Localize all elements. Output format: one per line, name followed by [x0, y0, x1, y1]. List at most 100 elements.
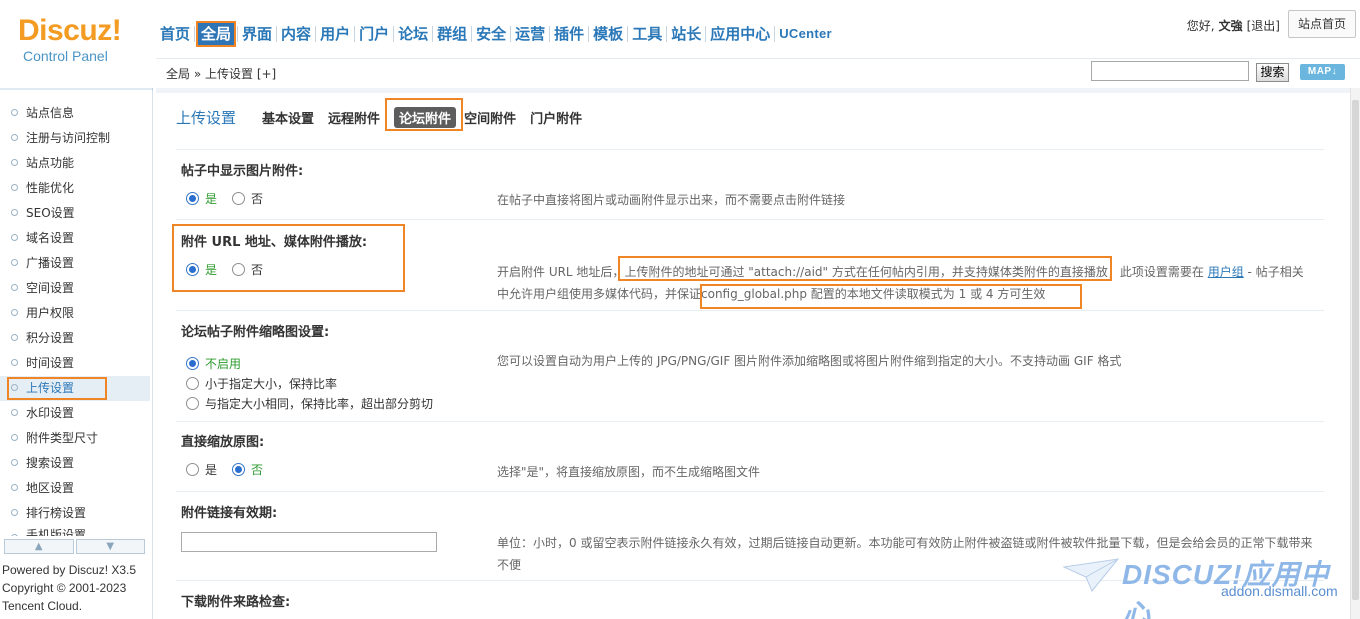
nav-separator	[315, 26, 317, 42]
scroll-down-icon[interactable]: ▼	[75, 539, 145, 554]
nav-plugins[interactable]: 插件	[551, 21, 587, 47]
usergroup-link[interactable]: 用户组	[1208, 265, 1244, 279]
sidebar-item-permissions[interactable]: 用户权限	[0, 301, 150, 326]
settings-tabs: 上传设置 基本设置 远程附件 论坛附件 空间附件 门户附件	[176, 97, 596, 132]
discuz-logo[interactable]: Discuz! Control Panel	[18, 14, 138, 70]
option-label: 是	[205, 192, 218, 206]
sidebar-item-ranking[interactable]: 排行榜设置	[0, 501, 150, 526]
search-input[interactable]	[1091, 61, 1249, 81]
radio-unchecked-icon[interactable]	[186, 463, 199, 476]
scroll-up-icon[interactable]: ▲	[4, 539, 74, 554]
sidebar-item-performance[interactable]: 性能优化	[0, 176, 150, 201]
sidebar-item-site-info[interactable]: 站点信息	[0, 101, 150, 126]
radio-unchecked-icon[interactable]	[186, 377, 199, 390]
divider	[176, 219, 1324, 220]
radio-checked-icon[interactable]	[186, 357, 199, 370]
sidebar-item-time[interactable]: 时间设置	[0, 351, 150, 376]
nav-separator	[393, 26, 395, 42]
radio-checked-icon[interactable]	[232, 463, 245, 476]
add-shortcut-link[interactable]: [+]	[257, 67, 276, 81]
nav-groups[interactable]: 群组	[434, 21, 470, 47]
radio-attachment-url-no[interactable]: 否	[232, 261, 263, 278]
tip-text: 开启附件 URL 地址后，	[497, 265, 625, 279]
nav-interface[interactable]: 界面	[239, 21, 275, 47]
radio-show-images-yes[interactable]: 是	[186, 190, 217, 207]
radio-checked-icon[interactable]	[186, 263, 199, 276]
sidebar-item-mobile[interactable]: 手机版设置	[0, 526, 150, 536]
sidebar-item-attachment-types[interactable]: 附件类型尺寸	[0, 426, 150, 451]
main-content: 上传设置 基本设置 远程附件 论坛附件 空间附件 门户附件 帖子中显示图片附件:…	[156, 88, 1350, 619]
sidebar-item-watermark[interactable]: 水印设置	[0, 401, 150, 426]
watermark-url: addon.dismall.com	[1221, 583, 1338, 599]
sidebar-item-space[interactable]: 空间设置	[0, 276, 150, 301]
radio-thumbnail-off[interactable]: 不启用	[186, 355, 241, 372]
link-expiry-input[interactable]	[181, 532, 437, 552]
radio-resize-original-no[interactable]: 否	[232, 461, 263, 478]
radio-attachment-url-yes[interactable]: 是	[186, 261, 217, 278]
powered-by: Powered by Discuz! X3.5 Copyright © 2001…	[2, 561, 136, 615]
search-button[interactable]: 搜索	[1256, 63, 1289, 82]
tab-basic[interactable]: 基本设置	[262, 108, 314, 127]
nav-webmaster[interactable]: 站长	[668, 21, 704, 47]
sidebar-item-broadcast[interactable]: 广播设置	[0, 251, 150, 276]
sidebar-scroll-controls: ▲ ▼	[4, 539, 145, 554]
greeting-text: 您好,	[1186, 18, 1215, 33]
sidebar-top-line	[0, 88, 153, 90]
sidebar-item-credits[interactable]: 积分设置	[0, 326, 150, 351]
nav-users[interactable]: 用户	[317, 21, 353, 47]
logo-main-text: Discuz!	[18, 14, 122, 47]
nav-portal[interactable]: 门户	[356, 21, 392, 47]
username: 文強	[1218, 18, 1243, 33]
sidebar-item-seo[interactable]: SEO设置	[0, 201, 150, 226]
map-button[interactable]: MAP↓	[1300, 64, 1345, 80]
field-label-resize-original: 直接缩放原图:	[181, 435, 265, 450]
tab-portal[interactable]: 门户附件	[530, 108, 582, 127]
nav-content[interactable]: 内容	[278, 21, 314, 47]
field-label-link-expiry: 附件链接有效期:	[181, 506, 278, 521]
nav-tools[interactable]: 工具	[629, 21, 665, 47]
radio-unchecked-icon[interactable]	[232, 192, 245, 205]
field-label-attachment-url: 附件 URL 地址、媒体附件播放:	[181, 235, 368, 250]
logout-link[interactable]: [退出]	[1247, 17, 1280, 34]
nav-templates[interactable]: 模板	[590, 21, 626, 47]
breadcrumb-path[interactable]: 全局 » 上传设置	[166, 67, 253, 81]
radio-resize-original-yes[interactable]: 是	[186, 461, 217, 478]
option-label: 与指定大小相同，保持比率，超出部分剪切	[205, 397, 434, 411]
powered-line-2: Copyright © 2001-2023	[2, 581, 127, 595]
radio-thumbnail-crop[interactable]: 与指定大小相同，保持比率，超出部分剪切	[186, 395, 433, 412]
nav-separator	[627, 26, 629, 42]
option-label: 否	[251, 192, 264, 206]
tab-remote[interactable]: 远程附件	[328, 108, 380, 127]
nav-separator	[588, 26, 590, 42]
sidebar-item-region[interactable]: 地区设置	[0, 476, 150, 501]
nav-separator	[237, 26, 239, 42]
radio-unchecked-icon[interactable]	[232, 263, 245, 276]
main-top-strip	[156, 88, 1350, 93]
tab-forum-attachments[interactable]: 论坛附件	[385, 97, 464, 131]
option-label: 否	[251, 263, 264, 277]
radio-unchecked-icon[interactable]	[186, 397, 199, 410]
nav-ucenter[interactable]: UCenter	[776, 21, 835, 47]
nav-global[interactable]: 全局	[196, 21, 237, 47]
watermark: DISCUZ!应用中心 addon.dismall.com	[1062, 553, 1350, 619]
scrollbar-thumb[interactable]	[1352, 100, 1359, 600]
radio-show-images-no[interactable]: 否	[232, 190, 263, 207]
tab-space[interactable]: 空间附件	[464, 108, 516, 127]
sidebar-item-domain[interactable]: 域名设置	[0, 226, 150, 251]
nav-home[interactable]: 首页	[157, 21, 193, 47]
nav-forum[interactable]: 论坛	[395, 21, 431, 47]
radio-thumbnail-keep-ratio[interactable]: 小于指定大小，保持比率	[186, 375, 337, 392]
sidebar-item-registration[interactable]: 注册与访问控制	[0, 126, 150, 151]
nav-separator	[471, 26, 473, 42]
sidebar: 站点信息 注册与访问控制 站点功能 性能优化 SEO设置 域名设置 广播设置 空…	[0, 88, 153, 619]
nav-operations[interactable]: 运营	[512, 21, 548, 47]
nav-security[interactable]: 安全	[473, 21, 509, 47]
nav-app-center[interactable]: 应用中心	[707, 21, 773, 47]
radio-checked-icon[interactable]	[186, 192, 199, 205]
sidebar-item-search[interactable]: 搜索设置	[0, 451, 150, 476]
vertical-scrollbar[interactable]	[1350, 88, 1360, 619]
site-home-button[interactable]: 站点首页	[1288, 10, 1356, 38]
sidebar-item-upload[interactable]: 上传设置	[0, 376, 150, 401]
nav-separator	[510, 26, 512, 42]
sidebar-item-site-features[interactable]: 站点功能	[0, 151, 150, 176]
